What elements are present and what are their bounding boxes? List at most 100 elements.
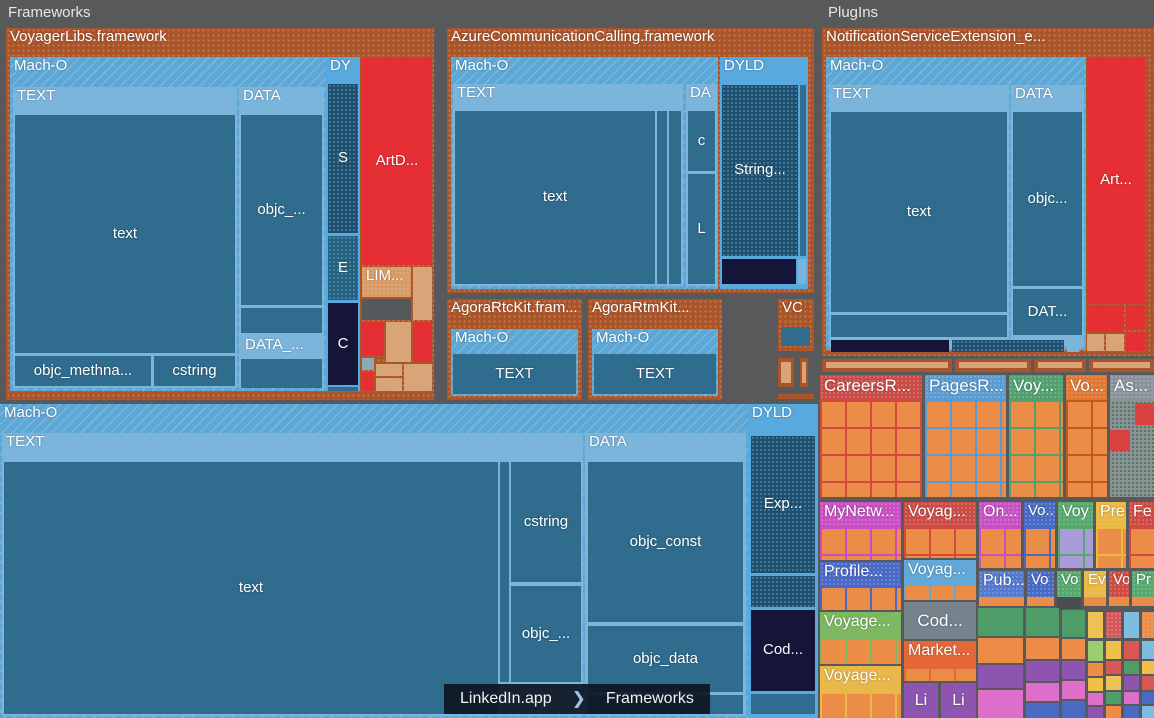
node-as-bundle[interactable]: As... <box>1110 375 1154 400</box>
treemap-cell[interactable] <box>1129 527 1154 568</box>
node-voyage-bundle[interactable]: Voyage... <box>820 666 901 692</box>
treemap-cell[interactable] <box>979 597 1024 606</box>
node-text-section[interactable]: text <box>15 115 235 353</box>
node-objc[interactable]: objc_... <box>241 115 322 305</box>
node-ev[interactable]: Ev <box>1084 571 1106 597</box>
node-careers-bundle[interactable]: CareersR... <box>820 375 922 400</box>
treemap-cell[interactable] <box>904 584 976 600</box>
node-vo[interactable]: Vo <box>1057 571 1081 597</box>
treemap-cell[interactable] <box>1135 403 1154 425</box>
treemap-cell[interactable] <box>1106 706 1121 718</box>
node-cod[interactable]: Cod... <box>904 602 976 639</box>
treemap-cell[interactable] <box>413 322 432 362</box>
treemap-cell[interactable] <box>1088 663 1103 676</box>
treemap-cell[interactable] <box>376 364 402 376</box>
node-objc-methname[interactable]: objc_methna... <box>15 356 151 386</box>
node-li[interactable]: Li <box>941 683 976 718</box>
treemap-cell[interactable] <box>925 400 1006 497</box>
node-vo[interactable]: Vo <box>1027 571 1054 597</box>
node-vo[interactable]: Vo <box>1109 571 1129 597</box>
treemap-cell[interactable] <box>1066 400 1107 497</box>
treemap-cell[interactable] <box>657 111 667 284</box>
treemap-cell[interactable] <box>1062 610 1085 637</box>
treemap-cell[interactable] <box>1027 597 1054 606</box>
node-dat[interactable]: DAT... <box>1013 289 1082 335</box>
node-s[interactable]: S <box>328 84 358 233</box>
node-pages-bundle[interactable]: PagesR... <box>925 375 1006 400</box>
treemap-cell[interactable] <box>1058 527 1093 568</box>
treemap-cell[interactable] <box>1087 305 1124 332</box>
node-cstring[interactable]: cstring <box>154 356 235 386</box>
treemap-cell[interactable] <box>404 364 432 391</box>
treemap-cell[interactable] <box>1106 676 1121 690</box>
treemap-cell[interactable] <box>1057 597 1081 609</box>
treemap-cell[interactable] <box>1062 661 1085 679</box>
node-artd[interactable]: ArtD... <box>362 57 432 265</box>
treemap-cell[interactable] <box>362 358 374 370</box>
treemap-cell[interactable] <box>952 340 1064 352</box>
treemap-cell[interactable] <box>820 527 901 560</box>
treemap-cell[interactable] <box>778 394 814 399</box>
node-cstring[interactable]: cstring <box>511 462 581 582</box>
node-profile-bundle[interactable]: Profile... <box>820 562 901 586</box>
treemap-cell[interactable] <box>820 586 901 610</box>
breadcrumb-item-section[interactable]: Frameworks <box>590 684 710 714</box>
node-pub[interactable]: Pub... <box>979 571 1024 597</box>
treemap-cell[interactable] <box>904 667 976 681</box>
treemap-cell[interactable] <box>1026 661 1059 681</box>
treemap-cell[interactable] <box>1142 641 1154 659</box>
treemap-cell[interactable] <box>1088 693 1103 705</box>
node-vo[interactable]: Vo... <box>1024 502 1055 527</box>
treemap-cell[interactable] <box>1142 661 1154 674</box>
treemap-cell[interactable] <box>362 322 384 356</box>
treemap-cell[interactable] <box>1062 681 1085 699</box>
treemap-cell[interactable] <box>1142 612 1154 638</box>
treemap-cell[interactable] <box>781 362 791 383</box>
treemap-cell[interactable] <box>1106 334 1124 351</box>
node-li[interactable]: Li <box>904 683 938 718</box>
node-pre[interactable]: Pre <box>1096 502 1126 527</box>
treemap-cell[interactable] <box>1124 676 1139 690</box>
treemap-cell[interactable] <box>802 362 806 383</box>
treemap-cell[interactable] <box>1067 340 1079 352</box>
treemap-cell[interactable] <box>826 362 948 368</box>
treemap-cell[interactable] <box>1124 661 1139 674</box>
treemap-cell[interactable] <box>500 462 509 682</box>
treemap-cell[interactable] <box>1026 608 1059 636</box>
node-voyag[interactable]: Voyag... <box>904 560 976 584</box>
node-text-section[interactable]: text <box>831 112 1007 312</box>
node-objc[interactable]: objc_... <box>511 586 581 682</box>
node-voyage-bundle[interactable]: Voyage... <box>820 612 901 638</box>
treemap-cell[interactable] <box>1026 703 1059 718</box>
treemap-cell[interactable] <box>1088 612 1103 638</box>
treemap-cell[interactable] <box>241 359 322 388</box>
treemap-cell[interactable] <box>798 259 806 284</box>
treemap-cell[interactable] <box>1009 400 1063 497</box>
node-on[interactable]: On... <box>979 502 1021 527</box>
node-string[interactable]: String... <box>722 85 798 256</box>
node-voy[interactable]: Voy <box>1058 502 1093 527</box>
breadcrumb-item-app[interactable]: LinkedIn.app <box>444 684 568 714</box>
treemap-cell[interactable] <box>362 372 374 391</box>
treemap-cell[interactable] <box>1093 362 1150 368</box>
treemap-cell[interactable] <box>979 527 1021 568</box>
treemap-cell[interactable] <box>1062 639 1085 659</box>
node-text-segment[interactable]: TEXT <box>594 354 716 394</box>
treemap-cell[interactable] <box>362 299 411 320</box>
treemap-cell[interactable] <box>1124 706 1139 718</box>
treemap-cell[interactable] <box>1126 332 1145 351</box>
node-lim[interactable]: LIM... <box>362 267 411 297</box>
treemap-cell[interactable] <box>978 665 1023 688</box>
treemap-cell[interactable] <box>751 576 815 607</box>
node-mynetwork-bundle[interactable]: MyNetw... <box>820 502 901 527</box>
treemap-cell[interactable] <box>241 308 322 333</box>
treemap-cell[interactable] <box>722 259 796 284</box>
node-code-signature[interactable]: Cod... <box>751 610 815 691</box>
treemap-cell[interactable] <box>376 378 402 391</box>
node-text-section[interactable]: text <box>455 111 655 284</box>
treemap-cell[interactable] <box>1026 638 1059 659</box>
treemap-cell[interactable] <box>751 694 815 714</box>
treemap-cell[interactable] <box>1142 692 1154 704</box>
treemap-cell[interactable] <box>386 322 411 362</box>
node-data-const-segment[interactable]: DATA_... <box>241 336 322 356</box>
